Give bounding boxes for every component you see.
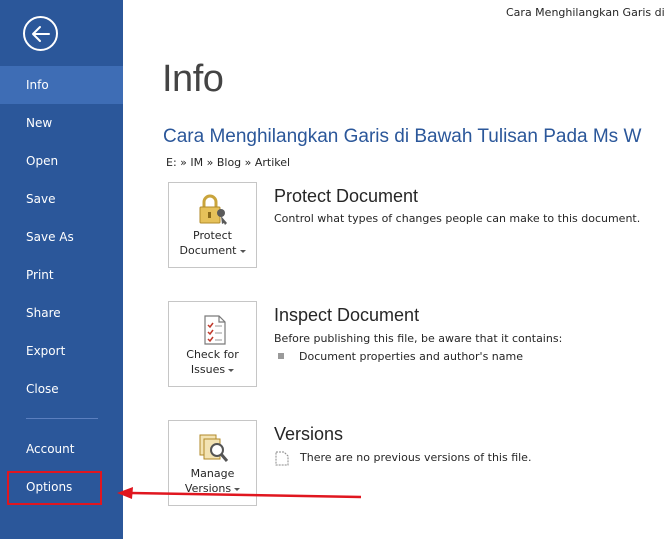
nav-item-new[interactable]: New xyxy=(0,104,123,142)
protect-document-heading: Protect Document xyxy=(274,186,419,206)
back-button[interactable] xyxy=(23,16,58,51)
check-for-issues-label: Check for Issues xyxy=(186,348,239,376)
nav-item-share[interactable]: Share xyxy=(0,294,123,332)
nav-item-save[interactable]: Save xyxy=(0,180,123,218)
versions-search-icon xyxy=(199,434,229,462)
check-for-issues-button[interactable]: Check for Issues xyxy=(168,301,257,387)
page-title: Info xyxy=(162,58,224,100)
lock-key-icon xyxy=(199,194,227,225)
window-title: Cara Menghilangkan Garis di B xyxy=(506,6,669,19)
inspect-document-description: Before publishing this file, be aware th… xyxy=(274,332,563,345)
nav-item-close[interactable]: Close xyxy=(0,370,123,408)
document-icon xyxy=(275,451,289,466)
versions-description: There are no previous versions of this f… xyxy=(300,451,532,464)
options-highlight-box xyxy=(7,471,102,505)
backstage-sidebar: Info New Open Save Save As Print Share E… xyxy=(0,0,123,539)
inspect-bullet-item: Document properties and author's name xyxy=(299,350,524,363)
protect-document-label: Protect Document xyxy=(169,228,256,258)
nav-item-account[interactable]: Account xyxy=(0,430,123,468)
protect-document-button[interactable]: Protect Document xyxy=(168,182,257,268)
nav-item-print[interactable]: Print xyxy=(0,256,123,294)
versions-heading: Versions xyxy=(274,424,344,444)
nav-item-open[interactable]: Open xyxy=(0,142,123,180)
bullet-square-icon xyxy=(278,353,284,359)
back-arrow-icon xyxy=(31,25,50,42)
red-arrow-icon xyxy=(117,487,362,499)
nav-item-save-as[interactable]: Save As xyxy=(0,218,123,256)
nav-item-export[interactable]: Export xyxy=(0,332,123,370)
nav-separator xyxy=(26,418,98,419)
checklist-icon xyxy=(204,315,226,345)
protect-document-description: Control what types of changes people can… xyxy=(274,212,641,225)
document-title: Cara Menghilangkan Garis di Bawah Tulisa… xyxy=(163,126,642,147)
document-path[interactable]: E: » IM » Blog » Artikel xyxy=(166,156,290,169)
backstage-view: Info New Open Save Save As Print Share E… xyxy=(0,0,669,539)
nav-item-info[interactable]: Info xyxy=(0,66,123,104)
inspect-document-heading: Inspect Document xyxy=(274,305,420,325)
